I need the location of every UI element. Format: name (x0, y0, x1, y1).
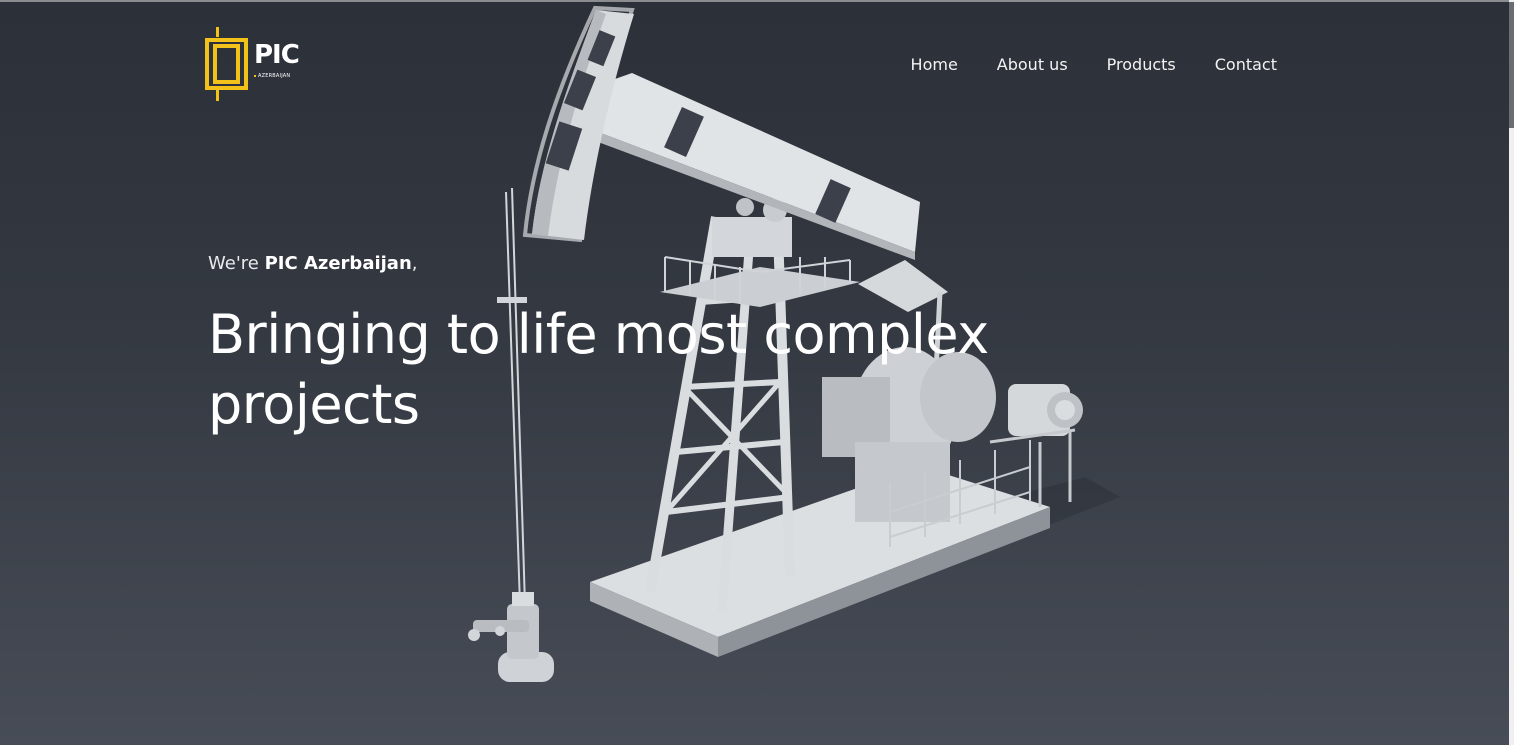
hero-company-name: PIC Azerbaijan (264, 253, 412, 274)
window-top-border (0, 0, 1514, 2)
main-nav: Home About us Products Contact (911, 55, 1277, 74)
hero-content: We're PIC Azerbaijan, Bringing to life m… (208, 252, 1038, 440)
nav-link-about-us[interactable]: About us (997, 55, 1068, 74)
nav-link-home[interactable]: Home (911, 55, 958, 74)
nav-link-contact[interactable]: Contact (1215, 55, 1277, 74)
scrollbar-thumb[interactable] (1509, 2, 1514, 128)
logo-subtitle: AZERBAIJAN (253, 73, 291, 79)
hero-intro-prefix: We're (208, 253, 265, 274)
hero-intro-suffix: , (411, 253, 418, 274)
nav-link-products[interactable]: Products (1107, 55, 1176, 74)
page-scrollbar[interactable] (1509, 0, 1514, 745)
hero-intro: We're PIC Azerbaijan, (208, 252, 1038, 276)
hero-headline: Bringing to life most complex projects (208, 303, 989, 436)
logo-wordmark[interactable]: PIC (254, 42, 300, 68)
page: PIC AZERBAIJAN Home About us Products Co… (0, 0, 1514, 745)
hero-section: PIC AZERBAIJAN Home About us Products Co… (0, 2, 1509, 745)
pumpjack-wellhead (468, 592, 554, 682)
